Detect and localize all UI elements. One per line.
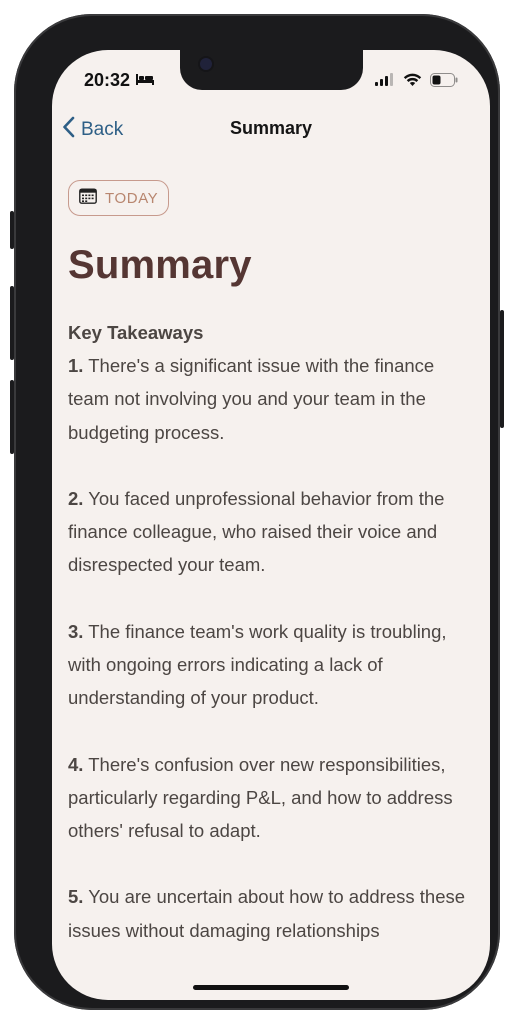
- nav-title: Summary: [229, 118, 313, 138]
- phone-frame: 20:32 Back Summary TODAY Summary Key Tak…: [10, 14, 504, 1010]
- key-takeaways-heading: Key Takeaways: [68, 322, 204, 343]
- takeaway-number: 3.: [68, 620, 84, 642]
- summary-content: Key Takeaways 1. There's a significant i…: [68, 316, 473, 980]
- takeaway-number: 1.: [68, 355, 84, 377]
- notch: [180, 50, 363, 90]
- takeaway-text: You faced unprofessional behavior from t…: [68, 488, 445, 576]
- page-title: Summary: [68, 243, 252, 287]
- date-chip[interactable]: TODAY: [68, 180, 170, 216]
- takeaway-item: 4. There's confusion over new responsibi…: [68, 748, 473, 848]
- bed-icon: [135, 70, 155, 91]
- status-time: 20:32: [84, 70, 155, 91]
- takeaway-item: 5. You are uncertain about how to addres…: [68, 880, 473, 946]
- volume-down-button: [10, 380, 14, 454]
- calendar-icon: [79, 188, 97, 208]
- front-camera: [200, 58, 212, 70]
- takeaway-number: 2.: [68, 488, 84, 509]
- takeaway-item: 3. The finance team's work quality is tr…: [68, 615, 473, 715]
- date-chip-label: TODAY: [105, 189, 159, 207]
- takeaway-text: There's a significant issue with the fin…: [68, 355, 435, 443]
- takeaway-number: 4.: [68, 753, 84, 775]
- cellular-signal-icon: [375, 72, 395, 91]
- takeaway-text: The finance team's work quality is troub…: [68, 620, 447, 709]
- takeaway-text: You are uncertain about how to address t…: [68, 886, 466, 941]
- takeaway-item: 1. There's a significant issue with the …: [68, 349, 473, 449]
- silent-switch: [10, 211, 14, 249]
- app-screen: 20:32 Back Summary TODAY Summary Key Tak…: [52, 50, 490, 1000]
- power-button: [500, 310, 504, 428]
- takeaway-text: There's confusion over new responsibilit…: [68, 753, 453, 841]
- status-time-label: 20:32: [84, 70, 131, 90]
- status-icons: [375, 72, 458, 91]
- wifi-icon: [403, 72, 422, 91]
- takeaway-item: 2. You faced unprofessional behavior fro…: [68, 482, 473, 582]
- home-indicator[interactable]: [193, 985, 349, 990]
- volume-up-button: [10, 286, 14, 360]
- takeaway-number: 5.: [68, 886, 84, 908]
- battery-icon: [430, 72, 458, 91]
